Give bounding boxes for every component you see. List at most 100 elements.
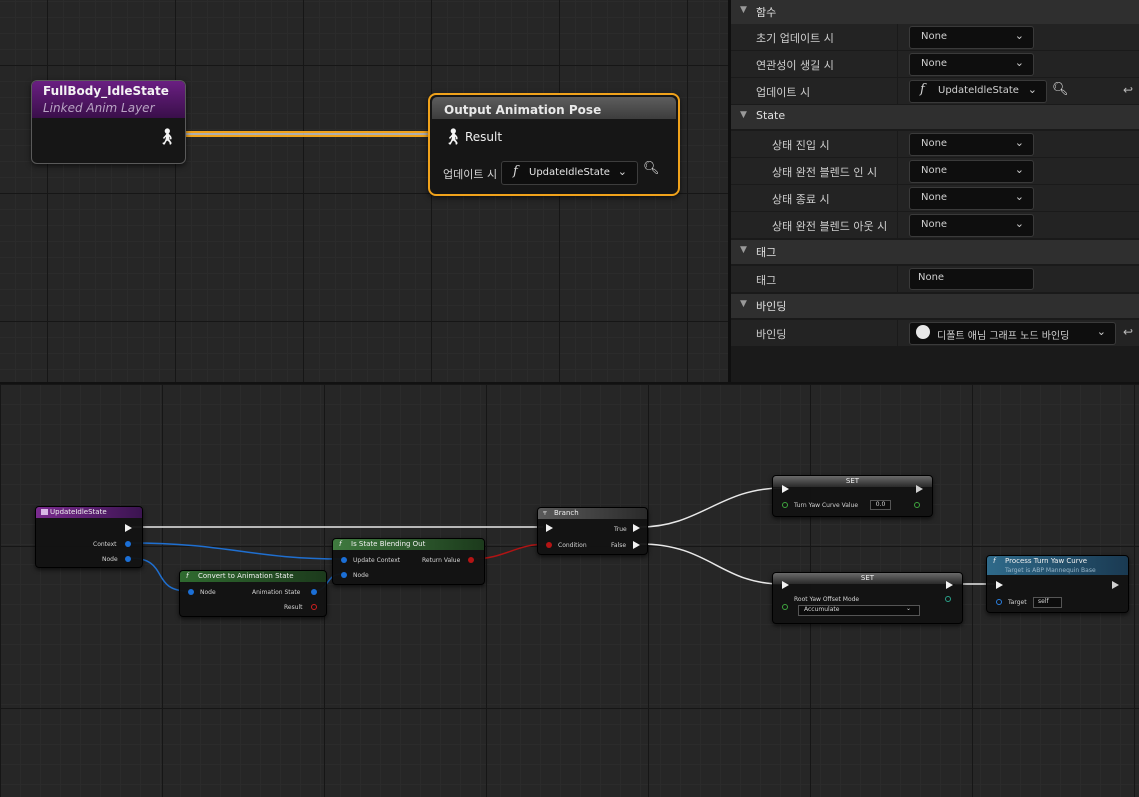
set-turn-yaw-node[interactable]: SET Turn Yaw Curve Value 0.0 bbox=[772, 475, 933, 517]
collapse-arrow-icon: ▼ bbox=[740, 5, 747, 15]
node-header: SET bbox=[773, 476, 932, 487]
chevron-down-icon: ⌄ bbox=[1014, 190, 1024, 203]
fully-blended-in-dropdown[interactable]: None ⌄ bbox=[909, 160, 1034, 183]
exec-out-pin[interactable] bbox=[916, 485, 923, 493]
node-pin[interactable] bbox=[125, 556, 131, 562]
node-header: f Is State Blending Out bbox=[333, 539, 484, 550]
node-header: Output Animation Pose bbox=[432, 97, 676, 119]
pin-label: Turn Yaw Curve Value bbox=[794, 502, 859, 509]
node-title: Branch bbox=[554, 509, 579, 517]
exec-in-pin[interactable] bbox=[782, 581, 789, 589]
chevron-down-icon: ⌄ bbox=[1014, 217, 1024, 230]
section-state[interactable]: ▼ State bbox=[731, 105, 1139, 129]
function-icon: f bbox=[920, 82, 925, 97]
value-input[interactable]: 0.0 bbox=[870, 500, 891, 510]
condition-pin[interactable] bbox=[546, 542, 552, 548]
chevron-down-icon: ⌄ bbox=[1014, 136, 1024, 149]
state-entry-dropdown[interactable]: None ⌄ bbox=[909, 133, 1034, 156]
node-title: UpdateIdleState bbox=[50, 508, 107, 516]
node-header: SET bbox=[773, 573, 962, 584]
exec-out-pin[interactable] bbox=[946, 581, 953, 589]
exec-in-pin[interactable] bbox=[996, 581, 1003, 589]
dropdown-value: UpdateIdleState bbox=[938, 85, 1019, 96]
pin-label: Node bbox=[102, 556, 118, 563]
process-turn-yaw-curve-node[interactable]: f Process Turn Yaw Curve Target is ABP M… bbox=[986, 555, 1129, 613]
tag-input[interactable]: None bbox=[909, 268, 1034, 290]
exec-false-pin[interactable] bbox=[633, 541, 640, 549]
property-label: 상태 진입 시 bbox=[772, 139, 830, 152]
offset-mode-out-pin[interactable] bbox=[945, 596, 951, 602]
become-relevant-dropdown[interactable]: None ⌄ bbox=[909, 53, 1034, 76]
blueprint-canvas[interactable] bbox=[0, 382, 1139, 797]
binding-icon bbox=[916, 325, 930, 339]
pin-label: True bbox=[614, 526, 627, 533]
target-input[interactable]: self bbox=[1033, 597, 1062, 608]
divider bbox=[897, 185, 898, 211]
property-row: 바인딩 디폴트 애님 그래프 노드 바인딩 ⌄ ↩ bbox=[731, 320, 1139, 347]
state-exit-dropdown[interactable]: None ⌄ bbox=[909, 187, 1034, 210]
turn-yaw-out-pin[interactable] bbox=[914, 502, 920, 508]
offset-mode-in-pin[interactable] bbox=[782, 604, 788, 610]
output-animation-pose-node[interactable]: Output Animation Pose 🚶︎ Result 업데이트 시 f… bbox=[428, 93, 680, 196]
pin-label: Return Value bbox=[422, 557, 461, 564]
section-binding[interactable]: ▼ 바인딩 bbox=[731, 294, 1139, 318]
update-context-pin[interactable] bbox=[341, 557, 347, 563]
dropdown-value: None bbox=[921, 165, 948, 176]
input-value: None bbox=[918, 272, 945, 283]
pin-label: Result bbox=[284, 604, 303, 611]
reset-arrow-icon[interactable]: ↩ bbox=[1123, 83, 1133, 97]
update-function-dropdown[interactable]: f UpdateIdleState ⌄ bbox=[501, 161, 638, 185]
section-tags[interactable]: ▼ 태그 bbox=[731, 240, 1139, 264]
node-title: SET bbox=[860, 574, 875, 582]
context-pin[interactable] bbox=[125, 541, 131, 547]
node-in-pin[interactable] bbox=[188, 589, 194, 595]
divider bbox=[897, 51, 898, 77]
dropdown-value: 디폴트 애님 그래프 노드 바인딩 bbox=[937, 331, 1070, 342]
section-title: State bbox=[756, 109, 786, 122]
property-row: 상태 완전 블렌드 아웃 시 None ⌄ bbox=[731, 212, 1139, 239]
pin-label: Update Context bbox=[353, 557, 401, 564]
property-label: 상태 완전 블렌드 인 시 bbox=[772, 166, 878, 179]
animation-state-out-pin[interactable] bbox=[311, 589, 317, 595]
exec-out-pin[interactable] bbox=[125, 524, 132, 532]
search-icon[interactable]: 🔍︎ bbox=[1052, 82, 1069, 97]
turn-yaw-in-pin[interactable] bbox=[782, 502, 788, 508]
search-icon[interactable]: 🔍︎ bbox=[643, 161, 660, 176]
chevron-down-icon: ⌄ bbox=[1014, 163, 1024, 176]
dropdown-value: Accumulate bbox=[804, 606, 840, 613]
pose-pin-icon[interactable]: 🚶︎ bbox=[443, 127, 463, 146]
details-panel: ▼ 함수 초기 업데이트 시 None ⌄ 연관성이 생길 시 None ⌄ 업데이… bbox=[728, 0, 1139, 382]
exec-in-pin[interactable] bbox=[546, 524, 553, 532]
convert-to-animation-state-node[interactable]: f Convert to Animation State Node Animat… bbox=[179, 570, 327, 617]
result-out-pin[interactable] bbox=[311, 604, 317, 610]
input-value: self bbox=[1038, 598, 1049, 605]
divider bbox=[897, 158, 898, 184]
exec-in-pin[interactable] bbox=[782, 485, 789, 493]
branch-node[interactable]: ⫧ Branch Condition True False bbox=[537, 507, 648, 555]
binding-dropdown[interactable]: 디폴트 애님 그래프 노드 바인딩 ⌄ bbox=[909, 322, 1116, 345]
function-icon: f bbox=[339, 540, 342, 548]
fully-blended-out-dropdown[interactable]: None ⌄ bbox=[909, 214, 1034, 237]
section-functions[interactable]: ▼ 함수 bbox=[731, 0, 1139, 24]
exec-true-pin[interactable] bbox=[633, 524, 640, 532]
function-entry-node[interactable]: UpdateIdleState Context Node bbox=[35, 506, 143, 568]
is-state-blending-out-node[interactable]: f Is State Blending Out Update Context N… bbox=[332, 538, 485, 585]
divider bbox=[897, 131, 898, 157]
divider bbox=[897, 320, 898, 346]
on-update-dropdown[interactable]: f UpdateIdleState ⌄ bbox=[909, 80, 1047, 103]
update-label: 업데이트 시 bbox=[443, 168, 498, 181]
pose-pin-icon[interactable]: 🚶︎ bbox=[157, 127, 177, 146]
node-in-pin[interactable] bbox=[341, 572, 347, 578]
set-root-yaw-node[interactable]: SET Root Yaw Offset Mode Accumulate ⌄ bbox=[772, 572, 963, 624]
property-label: 업데이트 시 bbox=[756, 86, 811, 99]
return-value-pin[interactable] bbox=[468, 557, 474, 563]
linked-anim-layer-node[interactable]: FullBody_IdleState Linked Anim Layer 🚶︎ bbox=[31, 80, 186, 164]
offset-mode-dropdown[interactable]: Accumulate ⌄ bbox=[798, 605, 920, 616]
node-header: FullBody_IdleState Linked Anim Layer bbox=[32, 81, 185, 118]
reset-arrow-icon[interactable]: ↩ bbox=[1123, 325, 1133, 339]
pin-label: Target bbox=[1008, 599, 1027, 606]
exec-out-pin[interactable] bbox=[1112, 581, 1119, 589]
target-pin[interactable] bbox=[996, 599, 1002, 605]
pin-label: Node bbox=[200, 589, 216, 596]
initial-update-dropdown[interactable]: None ⌄ bbox=[909, 26, 1034, 49]
